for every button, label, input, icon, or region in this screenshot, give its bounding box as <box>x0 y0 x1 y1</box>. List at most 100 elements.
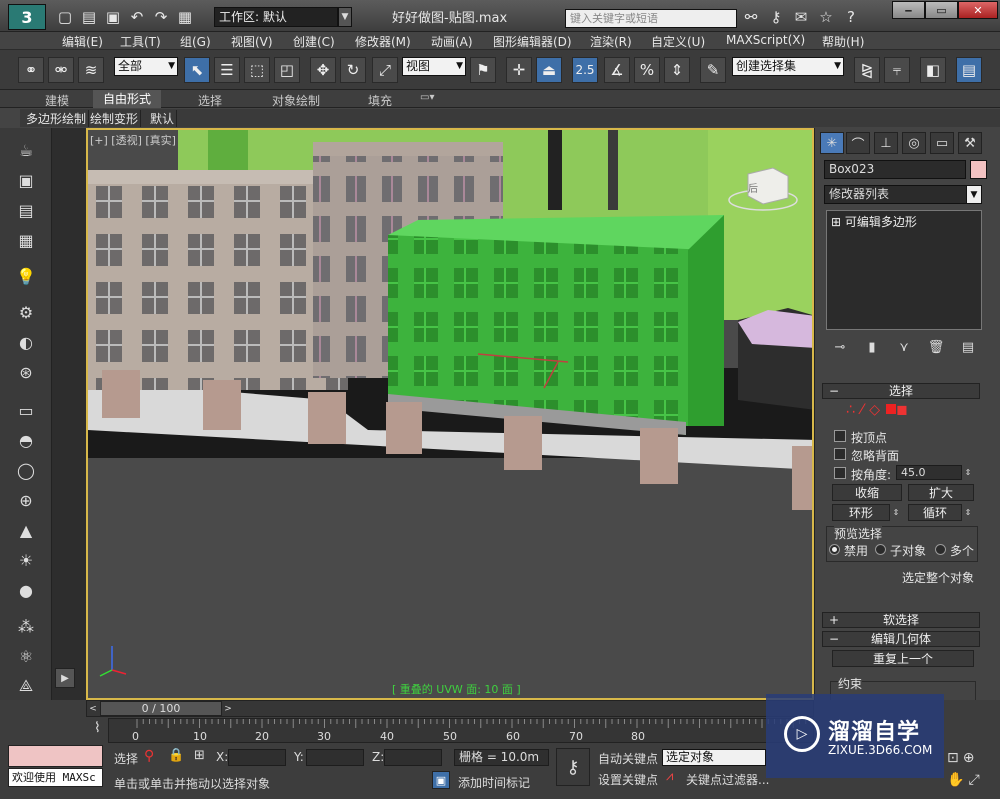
remove-modifier-icon[interactable]: 🗑 <box>926 338 946 356</box>
star-icon[interactable]: ☆ <box>815 6 837 28</box>
material-editor-icon[interactable]: ▤ <box>14 198 38 222</box>
expand-plus-icon[interactable]: ⊞ <box>831 215 845 229</box>
menu-maxscript[interactable]: MAXScript(X) <box>726 33 805 47</box>
motion-tab-icon[interactable]: ◎ <box>902 132 926 154</box>
geosphere-icon[interactable]: ⊕ <box>14 488 38 512</box>
named-selection-dropdown[interactable]: 创建选择集 ▼ <box>732 57 844 76</box>
unlink-icon[interactable]: ⚮ <box>48 57 74 83</box>
sun-icon[interactable]: ☀ <box>14 548 38 572</box>
window-crossing-icon[interactable]: ◰ <box>274 57 300 83</box>
select-object-icon[interactable]: ⬉ <box>184 57 210 83</box>
render-frame-icon[interactable]: ▣ <box>14 168 38 192</box>
x-coordinate-field[interactable] <box>228 749 286 766</box>
pin-stack-icon[interactable]: ⊸ <box>830 338 850 356</box>
snap-toggle-button[interactable]: 2.5 <box>572 57 598 83</box>
modify-tab-icon[interactable]: ⌒ <box>846 132 870 154</box>
open-file-icon[interactable]: ▤ <box>78 6 100 28</box>
link-icon[interactable]: ⚭ <box>18 57 44 83</box>
loop-button[interactable]: 循环 <box>908 504 962 521</box>
rectangular-selection-icon[interactable]: ⬚ <box>244 57 270 83</box>
chevron-down-icon[interactable]: ▼ <box>338 7 352 27</box>
minimize-button[interactable]: ‒ <box>892 1 925 19</box>
repeat-last-button[interactable]: 重复上一个 <box>832 650 974 667</box>
menu-tools[interactable]: 工具(T) <box>120 33 161 50</box>
create-tab-icon[interactable]: ✳ <box>820 132 844 154</box>
hierarchy-tab-icon[interactable]: ⊥ <box>874 132 898 154</box>
modifier-stack[interactable]: ⊞ 可编辑多边形 <box>826 210 982 330</box>
ignore-backfacing-checkbox[interactable] <box>834 448 846 460</box>
show-end-result-icon[interactable]: ▮ <box>862 338 882 356</box>
make-unique-icon[interactable]: ⋎ <box>894 338 914 356</box>
selection-filter-dropdown[interactable]: 全部 ▼ <box>114 57 178 76</box>
molecule-icon[interactable]: ⚛ <box>14 644 38 668</box>
bind-space-warp-icon[interactable]: ≋ <box>78 57 104 83</box>
isolate-icon[interactable]: ⚲ <box>144 748 154 764</box>
menu-help[interactable]: 帮助(H) <box>822 33 864 50</box>
by-vertex-checkbox[interactable] <box>834 430 846 442</box>
teapot-icon[interactable]: ☕ <box>14 138 38 162</box>
percent-snap-icon[interactable]: % <box>634 57 660 83</box>
menu-group[interactable]: 组(G) <box>180 33 211 50</box>
menu-modifiers[interactable]: 修改器(M) <box>355 33 411 50</box>
binoculars-icon[interactable]: ⚯ <box>740 6 762 28</box>
app-menu-button[interactable]: 3 <box>8 4 46 30</box>
stack-item[interactable]: ⊞ 可编辑多边形 <box>831 213 917 230</box>
ribbon-toggle-icon[interactable]: ▤ <box>956 57 982 83</box>
key-filters-button[interactable]: 关键点过滤器... <box>686 771 769 788</box>
tab-freeform[interactable]: 自由形式 <box>93 90 162 108</box>
scale-icon[interactable]: ⤢ <box>372 57 398 83</box>
align-icon[interactable]: ⫧ <box>884 57 910 83</box>
ring-button[interactable]: 环形 <box>832 504 890 521</box>
tab-modeling[interactable]: 建模 <box>45 92 69 109</box>
redo-icon[interactable]: ↷ <box>150 6 172 28</box>
set-key-icon[interactable]: ⚷ <box>556 748 590 786</box>
new-file-icon[interactable]: ▢ <box>54 6 76 28</box>
selection-rollout-header[interactable]: − 选择 <box>822 383 980 399</box>
preview-multi-radio[interactable] <box>935 544 946 555</box>
set-key-button[interactable]: 设置关键点 <box>598 771 658 788</box>
preview-disabled-radio[interactable] <box>829 544 840 555</box>
ribbon-paint-deform[interactable]: 绘制变形 <box>88 110 142 127</box>
move-icon[interactable]: ✥ <box>310 57 336 83</box>
ring-icon[interactable]: ◯ <box>14 458 38 482</box>
menu-rendering[interactable]: 渲染(R) <box>590 33 632 50</box>
spinner-snap-icon[interactable]: ⇕ <box>664 57 690 83</box>
ribbon-polygon-draw[interactable]: 多边形绘制 <box>24 110 90 127</box>
curve-editor-icon[interactable]: ⌇ <box>94 720 112 740</box>
tab-selection[interactable]: 选择 <box>198 92 222 109</box>
key-selection-dropdown[interactable]: 选定对象 <box>662 749 766 766</box>
keyboard-shortcut-override-icon[interactable]: ⏏ <box>536 57 562 83</box>
select-by-name-icon[interactable]: ☰ <box>214 57 240 83</box>
viewport-label[interactable]: [+] [透视] [真实] <box>90 132 176 148</box>
sphere-half-icon[interactable]: ◐ <box>14 330 38 354</box>
save-icon[interactable]: ▣ <box>102 6 124 28</box>
pivot-center-icon[interactable]: ⚑ <box>470 57 496 83</box>
pyramid-icon[interactable]: ⟁ <box>14 674 38 698</box>
object-name-field[interactable]: Box023 <box>824 160 966 179</box>
add-time-tag-button[interactable]: 添加时间标记 <box>458 774 530 791</box>
maximize-button[interactable]: ▭ <box>925 1 958 19</box>
time-slider-thumb[interactable]: 0 / 100 <box>100 701 222 716</box>
angle-snap-icon[interactable]: ∡ <box>604 57 630 83</box>
maxscript-mini-listener-input[interactable] <box>8 745 103 767</box>
transform-mode-icon[interactable]: ⊞ <box>194 748 205 763</box>
preview-subobject-radio[interactable] <box>875 544 886 555</box>
viewcube-label[interactable]: 后 <box>748 180 758 195</box>
subobject-level-icons[interactable]: ∴⁄◇ ◼ <box>846 402 914 418</box>
configure-sets-icon[interactable]: ▤ <box>958 338 978 356</box>
help-icon[interactable]: ? <box>840 6 862 28</box>
sphere-icon[interactable]: ● <box>14 578 38 602</box>
shrink-button[interactable]: 收缩 <box>832 484 902 501</box>
menu-edit[interactable]: 编辑(E) <box>62 33 103 50</box>
zoom-extents-icon[interactable]: ⊡ <box>947 750 959 768</box>
menu-animation[interactable]: 动画(A) <box>431 33 473 50</box>
workspace-dropdown[interactable]: 工作区: 默认 <box>214 7 338 27</box>
undo-icon[interactable]: ↶ <box>126 6 148 28</box>
video-icon[interactable]: ⊛ <box>14 360 38 384</box>
mirror-icon[interactable]: ⧎ <box>854 57 880 83</box>
object-color-swatch[interactable] <box>970 160 987 179</box>
edit-geometry-rollout-header[interactable]: − 编辑几何体 <box>822 631 980 647</box>
particles-icon[interactable]: ⁂ <box>14 614 38 638</box>
project-folder-icon[interactable]: ▦ <box>174 6 196 28</box>
soft-selection-rollout-header[interactable]: + 软选择 <box>822 612 980 628</box>
